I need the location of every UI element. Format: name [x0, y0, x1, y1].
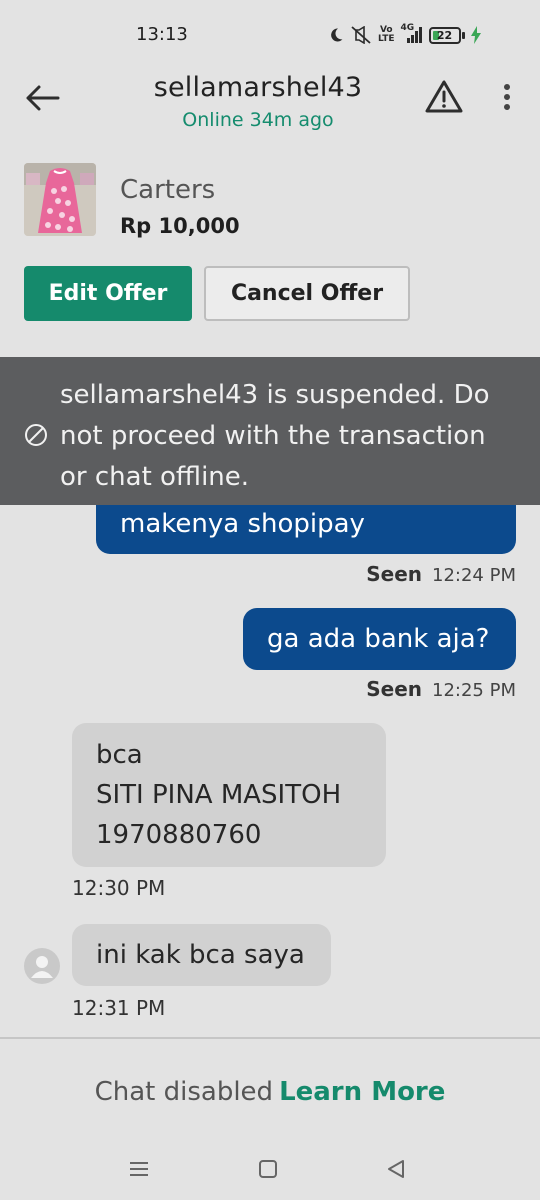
- battery-icon: 22: [428, 26, 465, 44]
- chat-title[interactable]: sellamarshel43: [100, 70, 416, 106]
- chat-header: sellamarshel43 Online 34m ago: [0, 70, 540, 146]
- message-line: SITI PINA MASITOH: [96, 780, 342, 810]
- home-icon[interactable]: [253, 1154, 283, 1184]
- message-meta: Seen 12:25 PM: [366, 677, 516, 701]
- product-card[interactable]: Carters Rp 10,000: [0, 160, 540, 250]
- product-name: Carters: [120, 175, 216, 205]
- battery-level: 22: [436, 28, 453, 42]
- network-type-label: 4G: [400, 23, 415, 33]
- signal-icon: 4G: [400, 23, 423, 44]
- title-group: sellamarshel43 Online 34m ago: [100, 70, 416, 134]
- message-text: ini kak bca saya: [96, 940, 305, 970]
- message-line: bca: [96, 740, 143, 770]
- message-bubble-incoming[interactable]: ini kak bca saya: [72, 924, 331, 986]
- charging-icon: [470, 26, 481, 44]
- chat-disabled-text: Chat disabled: [94, 1077, 274, 1107]
- cancel-offer-button[interactable]: Cancel Offer: [204, 266, 410, 321]
- prohibited-icon: [24, 423, 48, 447]
- divider: [0, 1037, 540, 1039]
- message-meta: Seen 12:24 PM: [366, 562, 516, 586]
- message-time: 12:25 PM: [432, 680, 516, 701]
- suspended-banner-text: sellamarshel43 is suspended. Do not proc…: [60, 380, 490, 492]
- seen-status: Seen: [366, 677, 423, 701]
- system-nav-bar: [0, 1140, 540, 1200]
- product-price: Rp 10,000: [120, 214, 240, 238]
- more-vertical-icon[interactable]: [496, 80, 518, 114]
- back-arrow-icon[interactable]: [22, 80, 62, 116]
- back-icon[interactable]: [381, 1154, 411, 1184]
- moon-icon: [328, 27, 344, 43]
- edit-offer-button[interactable]: Edit Offer: [24, 266, 192, 321]
- product-thumbnail: [24, 163, 96, 236]
- online-status: Online 34m ago: [182, 109, 334, 131]
- message-bubble-incoming[interactable]: bca SITI PINA MASITOH 1970880760: [72, 723, 386, 867]
- mute-icon: [350, 26, 372, 44]
- seen-status: Seen: [366, 562, 423, 586]
- warning-icon[interactable]: [424, 76, 464, 116]
- message-time: 12:30 PM: [72, 876, 166, 900]
- message-time: 12:31 PM: [72, 996, 166, 1020]
- learn-more-link[interactable]: Learn More: [279, 1077, 445, 1107]
- avatar[interactable]: [24, 948, 60, 984]
- status-bar: 13:13 Vo LTE 4G 22: [0, 0, 540, 70]
- message-text: makenya shopipay: [120, 509, 365, 539]
- status-time: 13:13: [136, 24, 188, 45]
- status-icons: Vo LTE 4G 22: [328, 22, 481, 48]
- message-line: 1970880760: [96, 820, 262, 850]
- chat-disabled-notice: Chat disabled Learn More: [0, 1072, 540, 1112]
- recents-icon[interactable]: [124, 1154, 154, 1184]
- message-bubble-outgoing[interactable]: ga ada bank aja?: [243, 608, 516, 670]
- message-text: ga ada bank aja?: [267, 624, 490, 654]
- suspended-banner: sellamarshel43 is suspended. Do not proc…: [0, 357, 540, 505]
- volte-icon: Vo LTE: [378, 25, 395, 44]
- message-time: 12:24 PM: [432, 565, 516, 586]
